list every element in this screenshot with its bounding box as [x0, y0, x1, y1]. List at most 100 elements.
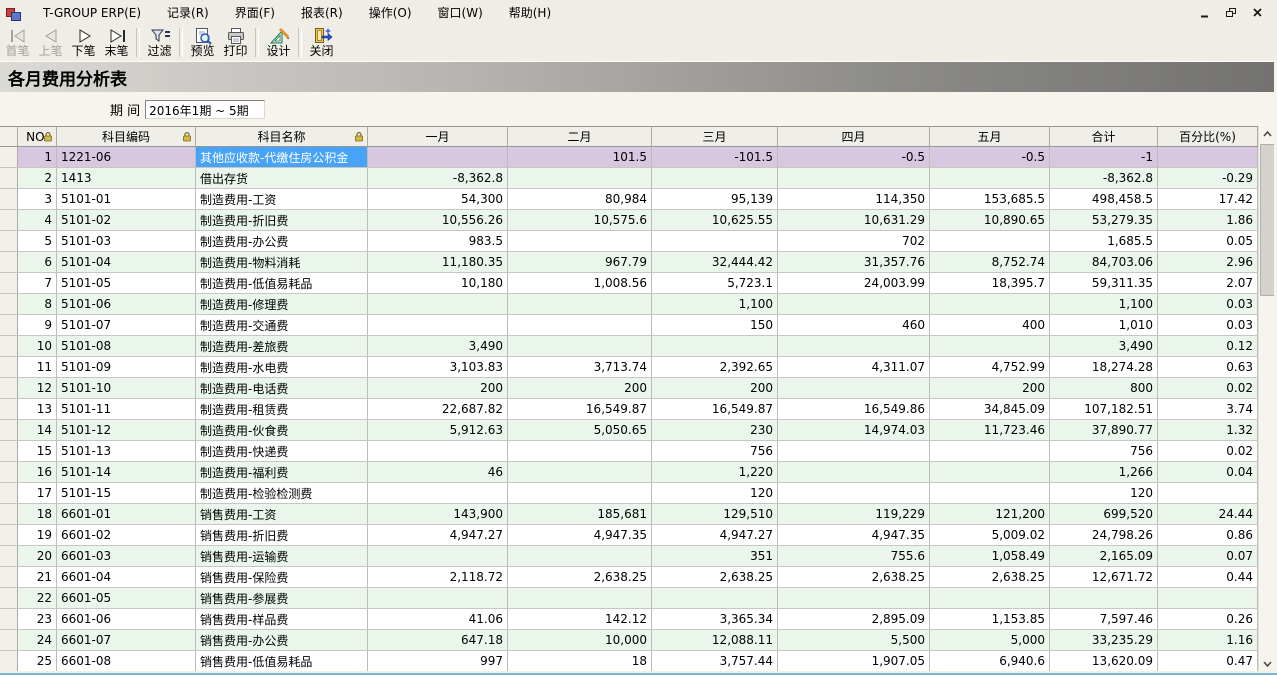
table-cell[interactable]: 230 [652, 420, 778, 440]
row-indicator[interactable] [0, 231, 18, 251]
table-cell[interactable] [930, 483, 1050, 503]
table-cell[interactable]: -0.5 [930, 147, 1050, 167]
table-cell[interactable]: 120 [652, 483, 778, 503]
row-indicator[interactable] [0, 189, 18, 209]
table-cell[interactable]: 5101-09 [57, 357, 196, 377]
column-header[interactable]: 科目编码 [57, 127, 196, 146]
table-cell[interactable]: 10,180 [368, 273, 508, 293]
table-cell[interactable] [508, 483, 652, 503]
table-cell[interactable]: 2,638.25 [778, 567, 930, 587]
table-cell[interactable]: 3,490 [368, 336, 508, 356]
table-cell[interactable] [508, 441, 652, 461]
table-cell[interactable]: 制造费用-修理费 [196, 294, 368, 314]
column-header[interactable]: 科目名称 [196, 127, 368, 146]
table-cell[interactable]: 1,220 [652, 462, 778, 482]
table-cell[interactable]: -8,362.8 [1050, 168, 1158, 188]
table-cell[interactable] [652, 336, 778, 356]
table-cell[interactable]: 18 [508, 651, 652, 671]
close-icon[interactable] [1253, 8, 1263, 18]
table-cell[interactable]: 3,713.74 [508, 357, 652, 377]
table-cell[interactable]: 其他应收款-代缴住房公积金 [196, 147, 368, 167]
table-cell[interactable]: 18,395.7 [930, 273, 1050, 293]
table-cell[interactable]: 53,279.35 [1050, 210, 1158, 230]
table-cell[interactable]: 2,638.25 [930, 567, 1050, 587]
row-indicator[interactable] [0, 252, 18, 272]
row-indicator[interactable] [0, 399, 18, 419]
table-cell[interactable]: 制造费用-交通费 [196, 315, 368, 335]
table-cell[interactable]: 5101-12 [57, 420, 196, 440]
table-cell[interactable]: 制造费用-电话费 [196, 378, 368, 398]
table-cell[interactable] [1158, 588, 1258, 608]
table-cell[interactable]: 142.12 [508, 609, 652, 629]
table-cell[interactable]: 31,357.76 [778, 252, 930, 272]
table-cell[interactable] [930, 588, 1050, 608]
table-cell[interactable]: 4,752.99 [930, 357, 1050, 377]
previous-record-button[interactable]: 上笔 [34, 26, 67, 58]
table-cell[interactable]: 制造费用-伙食费 [196, 420, 368, 440]
table-cell[interactable] [1158, 147, 1258, 167]
close-window-button[interactable]: 关闭 [305, 26, 338, 58]
table-cell[interactable]: 185,681 [508, 504, 652, 524]
table-cell[interactable] [652, 168, 778, 188]
table-cell[interactable]: 3 [18, 189, 57, 209]
table-cell[interactable]: 销售费用-运输费 [196, 546, 368, 566]
column-header[interactable]: NO. [18, 127, 57, 146]
row-indicator[interactable] [0, 588, 18, 608]
table-cell[interactable] [368, 588, 508, 608]
table-cell[interactable]: 967.79 [508, 252, 652, 272]
row-indicator[interactable] [0, 441, 18, 461]
table-cell[interactable]: 12,088.11 [652, 630, 778, 650]
table-cell[interactable]: 1,010 [1050, 315, 1158, 335]
table-cell[interactable]: 114,350 [778, 189, 930, 209]
table-cell[interactable]: 6601-01 [57, 504, 196, 524]
scrollbar-thumb[interactable] [1260, 144, 1275, 296]
table-cell[interactable]: 755.6 [778, 546, 930, 566]
row-indicator[interactable] [0, 483, 18, 503]
table-cell[interactable]: 17 [18, 483, 57, 503]
table-cell[interactable]: 6601-08 [57, 651, 196, 671]
table-cell[interactable]: 销售费用-办公费 [196, 630, 368, 650]
table-cell[interactable] [778, 294, 930, 314]
table-cell[interactable] [778, 462, 930, 482]
table-cell[interactable]: 借出存货 [196, 168, 368, 188]
table-cell[interactable]: 18 [18, 504, 57, 524]
table-cell[interactable]: 6601-05 [57, 588, 196, 608]
table-cell[interactable]: 647.18 [368, 630, 508, 650]
table-cell[interactable]: 12,671.72 [1050, 567, 1158, 587]
table-cell[interactable] [930, 294, 1050, 314]
table-cell[interactable]: 121,200 [930, 504, 1050, 524]
table-cell[interactable]: 0.03 [1158, 315, 1258, 335]
table-cell[interactable]: 1,266 [1050, 462, 1158, 482]
table-cell[interactable]: 4,947.27 [652, 525, 778, 545]
table-cell[interactable] [930, 231, 1050, 251]
menu-item-window[interactable]: 窗口(W) [425, 0, 496, 25]
table-cell[interactable]: 2.07 [1158, 273, 1258, 293]
table-cell[interactable]: 200 [508, 378, 652, 398]
table-cell[interactable]: 18,274.28 [1050, 357, 1158, 377]
table-cell[interactable]: 0.26 [1158, 609, 1258, 629]
scroll-down-button[interactable] [1259, 656, 1275, 672]
table-cell[interactable]: 2,118.72 [368, 567, 508, 587]
table-cell[interactable]: 0.05 [1158, 231, 1258, 251]
table-cell[interactable]: 7,597.46 [1050, 609, 1158, 629]
table-cell[interactable]: 59,311.35 [1050, 273, 1158, 293]
table-cell[interactable]: 800 [1050, 378, 1158, 398]
table-cell[interactable]: 6,940.6 [930, 651, 1050, 671]
table-cell[interactable]: 5101-13 [57, 441, 196, 461]
table-cell[interactable]: 16,549.86 [778, 399, 930, 419]
table-cell[interactable]: 制造费用-差旅费 [196, 336, 368, 356]
table-cell[interactable]: 制造费用-检验检测费 [196, 483, 368, 503]
table-cell[interactable]: 5,000 [930, 630, 1050, 650]
table-cell[interactable]: 0.03 [1158, 294, 1258, 314]
table-cell[interactable]: 107,182.51 [1050, 399, 1158, 419]
table-cell[interactable]: 80,984 [508, 189, 652, 209]
table-cell[interactable]: 24,798.26 [1050, 525, 1158, 545]
table-cell[interactable]: 22,687.82 [368, 399, 508, 419]
table-cell[interactable]: 9 [18, 315, 57, 335]
table-cell[interactable]: 销售费用-保险费 [196, 567, 368, 587]
table-cell[interactable]: 5,009.02 [930, 525, 1050, 545]
table-cell[interactable]: 1.16 [1158, 630, 1258, 650]
row-indicator[interactable] [0, 546, 18, 566]
table-cell[interactable]: 19 [18, 525, 57, 545]
table-cell[interactable] [508, 546, 652, 566]
